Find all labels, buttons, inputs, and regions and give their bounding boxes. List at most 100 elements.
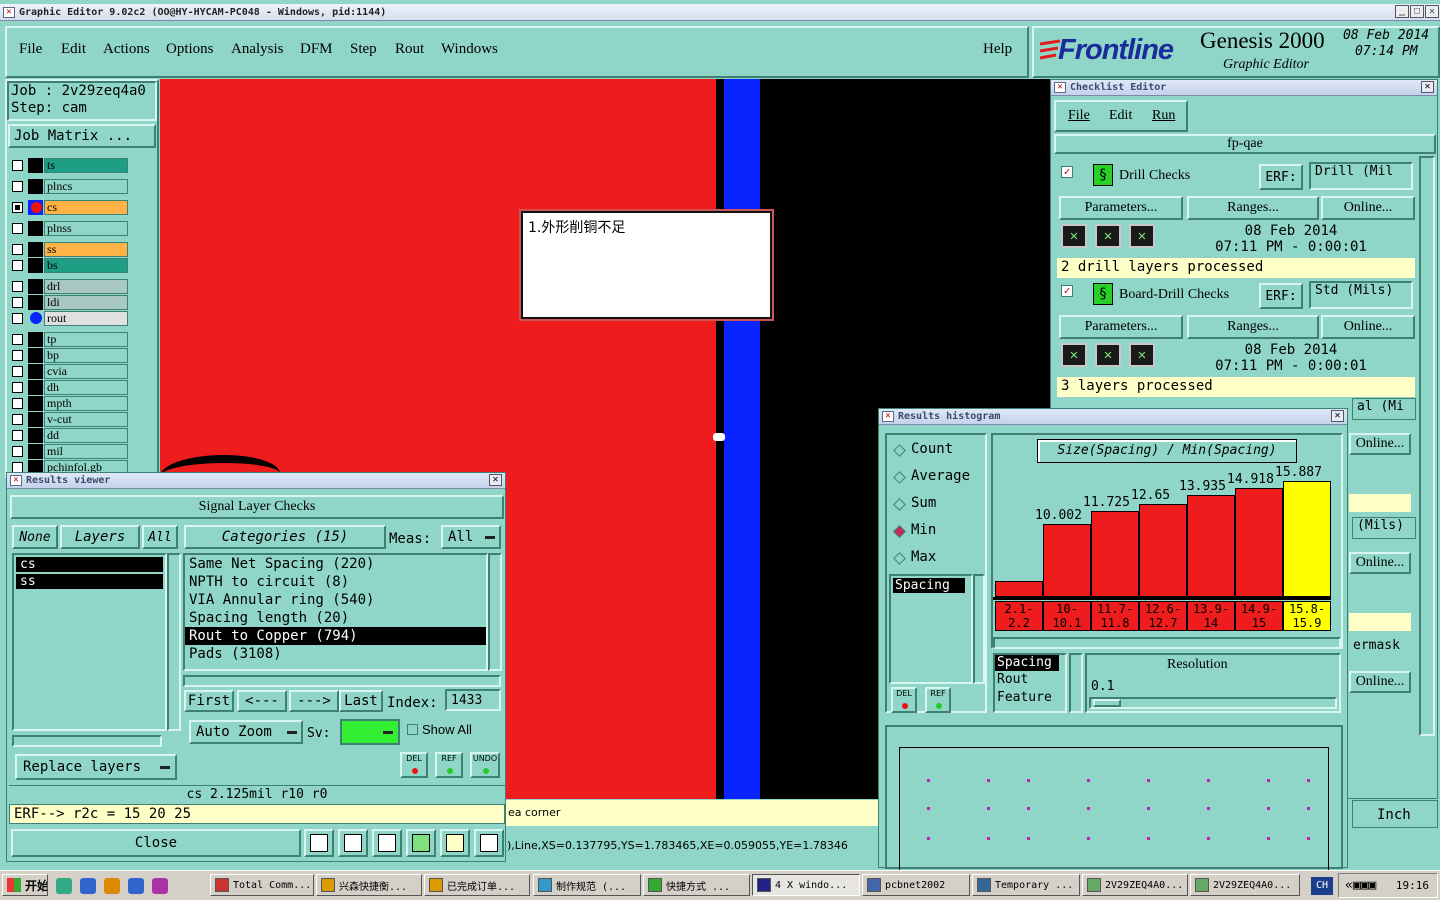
menu-rout[interactable]: Rout (395, 41, 424, 58)
mode-option-sum[interactable]: Sum (893, 495, 983, 515)
menu-options[interactable]: Options (166, 41, 214, 58)
clear-button[interactable] (372, 829, 402, 857)
ranges-button[interactable]: Ranges... (1187, 315, 1319, 339)
erf-value[interactable]: Std (Mils) (1309, 281, 1413, 309)
partial-online-5[interactable]: Online... (1349, 671, 1411, 693)
layer-row-mpth[interactable]: mpth (10, 396, 128, 411)
category-label[interactable]: 10- 10.1 (1043, 601, 1091, 631)
rv-none-button[interactable]: None (12, 525, 58, 549)
feature-item[interactable]: Rout (995, 671, 1065, 689)
layer-name[interactable]: mil (44, 444, 128, 459)
checklist-menu-run[interactable]: Run (1152, 108, 1175, 124)
layer-checkbox[interactable] (12, 313, 23, 324)
layer-row-ts[interactable]: ts (10, 158, 128, 173)
rv-last-button[interactable]: Last (339, 690, 383, 712)
taskbar-task[interactable]: pcbnet2002 (862, 874, 970, 896)
close-window-button[interactable]: ✕ (1425, 5, 1439, 18)
run-icon[interactable]: ✕ (1061, 224, 1087, 248)
layer-row-cvia[interactable]: cvia (10, 364, 128, 379)
layer-checkbox[interactable] (12, 350, 23, 361)
menu-step[interactable]: Step (350, 41, 377, 58)
category-label[interactable]: 11.7- 11.8 (1091, 601, 1139, 631)
layer-name[interactable]: rout (44, 311, 128, 326)
taskbar-task[interactable]: 快捷方式 ... (643, 874, 750, 896)
layer-row-mil[interactable]: mil (10, 444, 128, 459)
layer-color-swatch[interactable] (28, 221, 43, 236)
ranges-button[interactable]: Ranges... (1187, 196, 1319, 220)
layer-name[interactable]: cs (44, 200, 128, 215)
layer-name[interactable]: plncs (44, 179, 128, 194)
rv-layer-cs[interactable]: cs (16, 557, 163, 572)
chart-button[interactable] (338, 829, 368, 857)
layer-row-dd[interactable]: dd (10, 428, 128, 443)
layer-name[interactable]: cvia (44, 364, 128, 379)
histogram-hscroll[interactable] (993, 637, 1341, 649)
taskbar-task[interactable]: 制作规范 (... (533, 874, 641, 896)
run-icon[interactable]: ✕ (1095, 224, 1121, 248)
layer-name[interactable]: drl (44, 279, 128, 294)
layer-row-tp[interactable]: tp (10, 332, 128, 347)
rv-layer-ss[interactable]: ss (16, 574, 163, 589)
taskbar-task[interactable]: 2V29ZEQ4A0... (1082, 874, 1188, 896)
layer-row-plncs[interactable]: plncs (10, 179, 128, 194)
hist-ref-button[interactable]: REF (925, 687, 951, 713)
metric-list[interactable]: Spacing (889, 574, 973, 684)
layer-row-v-cut[interactable]: v-cut (10, 412, 128, 427)
parameters-button[interactable]: Parameters... (1059, 315, 1183, 339)
rv-category-hscroll[interactable] (183, 675, 501, 687)
layer-color-swatch[interactable] (28, 179, 43, 194)
run-icon[interactable]: ✕ (1129, 343, 1155, 367)
category-label[interactable]: 14.9- 15 (1235, 601, 1283, 631)
rv-category-item-selected[interactable]: Rout to Copper (794) (185, 627, 486, 645)
rv-replace-layers-button[interactable]: Replace layers (15, 754, 177, 780)
layer-row-ldi[interactable]: ldi (10, 295, 128, 310)
checklist-menu-file[interactable]: File (1068, 108, 1090, 124)
rv-ref-button[interactable]: REF (435, 752, 463, 778)
layer-name[interactable]: v-cut (44, 412, 128, 427)
rv-category-item[interactable]: Pads (3108) (185, 645, 486, 663)
taskbar-task[interactable]: 已完成订单... (424, 874, 530, 896)
mode-option-average[interactable]: Average (893, 468, 983, 488)
layer-checkbox[interactable] (12, 281, 23, 292)
mode-option-max[interactable]: Max (893, 549, 983, 569)
layer-row-dh[interactable]: dh (10, 380, 128, 395)
maximize-button[interactable]: □ (1410, 5, 1424, 18)
start-button[interactable]: 开始 (2, 874, 48, 896)
checklist-menu-edit[interactable]: Edit (1109, 108, 1132, 124)
rv-index-input[interactable]: 1433 (445, 689, 501, 711)
layer-name[interactable]: ts (44, 158, 128, 173)
category-label[interactable]: 12.6- 12.7 (1139, 601, 1187, 631)
histogram-bar[interactable] (1235, 487, 1283, 597)
layer-color-swatch[interactable] (28, 428, 43, 443)
layer-name[interactable]: dd (44, 428, 128, 443)
rv-category-list[interactable]: Same Net Spacing (220) NPTH to circuit (… (183, 553, 488, 671)
units-field[interactable]: Inch (1352, 800, 1438, 828)
feature-item[interactable]: Feature (995, 689, 1065, 707)
job-matrix-button[interactable]: Job Matrix ... (8, 124, 156, 148)
rv-first-button[interactable]: First (184, 690, 234, 712)
layer-color-swatch[interactable] (28, 158, 43, 173)
taskbar-task[interactable]: Temporary ... (972, 874, 1080, 896)
layer-name[interactable]: bs (44, 258, 128, 273)
histogram-button[interactable] (474, 829, 504, 857)
histogram-bar[interactable] (1139, 504, 1187, 597)
layer-name[interactable]: ldi (44, 295, 128, 310)
layer-name[interactable]: dh (44, 380, 128, 395)
layer-row-bs[interactable]: bs (10, 258, 128, 273)
layer-color-swatch[interactable] (28, 258, 43, 273)
run-icon[interactable]: ✕ (1129, 224, 1155, 248)
layer-checkbox[interactable] (12, 398, 23, 409)
feature-list[interactable]: Spacing Rout Feature (993, 653, 1067, 713)
quick-launch-icon[interactable] (128, 878, 144, 894)
layer-checkbox[interactable] (12, 223, 23, 234)
mode-option-min[interactable]: Min (893, 522, 983, 542)
note-box[interactable]: 1.外形削铜不足 (521, 211, 772, 319)
quick-launch-icon[interactable] (56, 878, 72, 894)
histogram-close-icon[interactable]: ✕ (1331, 410, 1344, 422)
quick-launch-icon[interactable] (152, 878, 168, 894)
online-button[interactable]: Online... (1321, 196, 1415, 220)
rv-show-all-checkbox[interactable] (407, 724, 418, 735)
taskbar-task[interactable]: 4 X windo... (752, 874, 860, 896)
parameters-button[interactable]: Parameters... (1059, 196, 1183, 220)
layer-row-bp[interactable]: bp (10, 348, 128, 363)
